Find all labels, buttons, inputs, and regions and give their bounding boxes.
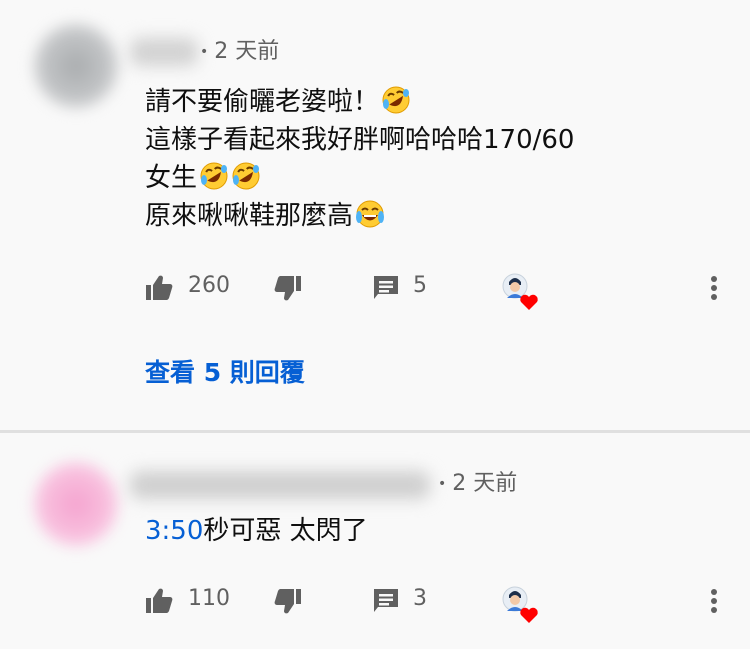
comment-meta: • 2 天前 — [438, 470, 517, 498]
thumbs-up-icon[interactable] — [143, 585, 175, 617]
like-count: 260 — [188, 273, 230, 298]
reply-count: 3 — [413, 586, 427, 611]
rolling-on-floor-laughing-icon — [381, 85, 411, 115]
thumbs-down-icon[interactable] — [272, 272, 304, 304]
rolling-on-floor-laughing-icon — [231, 161, 261, 191]
comment-text: 請不要偷曬老婆啦！ — [145, 87, 380, 117]
comment-text: 這樣子看起來我好胖啊哈哈哈170/60 — [145, 125, 575, 155]
view-replies-button[interactable]: 查看 5 則回覆 — [145, 356, 305, 390]
thumbs-down-icon[interactable] — [272, 585, 304, 617]
more-vert-icon[interactable] — [704, 272, 724, 304]
creator-heart-icon — [501, 585, 541, 625]
comment-text: 原來啾啾鞋那麼高 — [145, 201, 354, 231]
separator-dot: • — [438, 476, 447, 492]
comment-icon[interactable] — [370, 585, 402, 617]
avatar[interactable] — [34, 24, 118, 108]
face-with-tears-of-joy-icon — [355, 199, 385, 229]
thumbs-up-icon[interactable] — [143, 272, 175, 304]
comment-line: 女生 — [145, 159, 574, 197]
separator-dot: • — [200, 44, 209, 60]
comment-time[interactable]: 2 天前 — [452, 471, 517, 496]
comment-thread: • 2 天前 請不要偷曬老婆啦！ 這樣子看起來我好胖啊哈哈哈170/60 女生 原… — [0, 0, 750, 430]
reply-count: 5 — [413, 273, 427, 298]
comment-meta: • 2 天前 — [200, 38, 279, 66]
comment-thread: • 2 天前 3:50秒可惡 太閃了 110 3 — [0, 433, 750, 649]
comment-icon[interactable] — [370, 272, 402, 304]
comment-actions: 110 3 — [0, 579, 750, 619]
comment-line: 3:50秒可惡 太閃了 — [145, 512, 368, 550]
comment-body: 請不要偷曬老婆啦！ 這樣子看起來我好胖啊哈哈哈170/60 女生 原來啾啾鞋那麼… — [145, 83, 574, 235]
like-count: 110 — [188, 586, 230, 611]
comment-text: 女生 — [145, 163, 198, 193]
comment-line: 請不要偷曬老婆啦！ — [145, 83, 574, 121]
author-name-redacted[interactable] — [130, 38, 198, 66]
comment-line: 原來啾啾鞋那麼高 — [145, 197, 574, 235]
timestamp-link[interactable]: 3:50 — [145, 516, 203, 546]
creator-heart-icon — [501, 272, 541, 312]
comment-line: 這樣子看起來我好胖啊哈哈哈170/60 — [145, 121, 574, 159]
author-name-redacted[interactable] — [130, 471, 430, 499]
comment-text: 秒可惡 太閃了 — [203, 516, 368, 546]
comment-time[interactable]: 2 天前 — [214, 39, 279, 64]
avatar[interactable] — [34, 462, 118, 546]
comment-body: 3:50秒可惡 太閃了 — [145, 512, 368, 550]
rolling-on-floor-laughing-icon — [199, 161, 229, 191]
more-vert-icon[interactable] — [704, 585, 724, 617]
comment-actions: 260 5 — [0, 266, 750, 306]
